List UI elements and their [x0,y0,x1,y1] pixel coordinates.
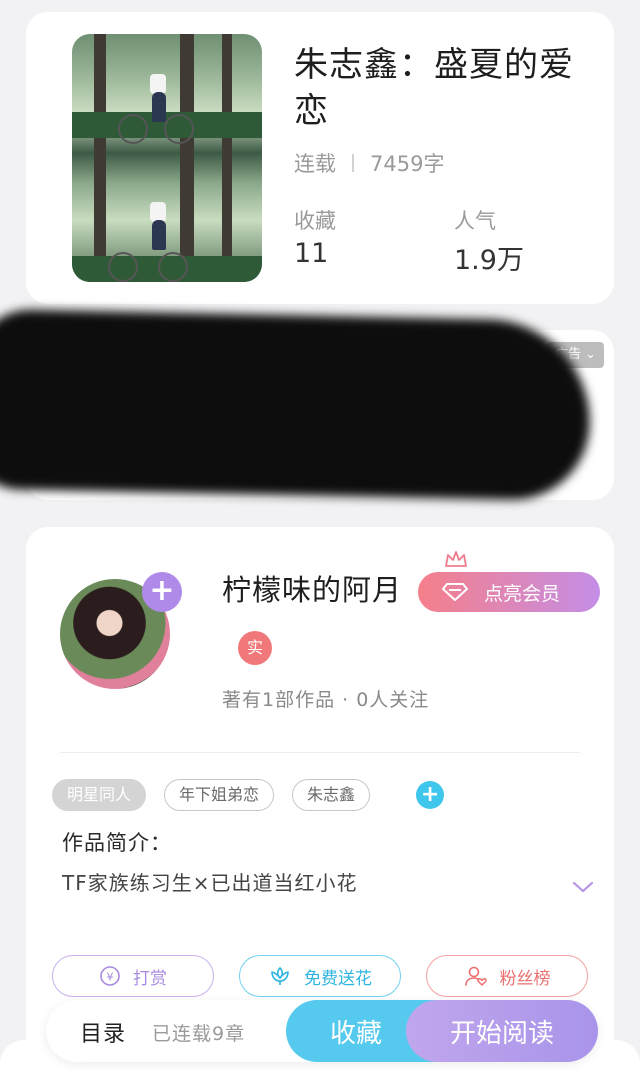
section-divider [60,752,580,753]
cover-rider [150,202,166,222]
send-flower-label: 免费送花 [304,968,372,989]
cover-rider [152,220,166,250]
popularity-value: 1.9万 [454,245,524,276]
cover-tree [222,34,232,282]
cover-rider [152,92,166,122]
book-info-card: 朱志鑫：盛夏的爱恋 连载 7459字 收藏 11 人气 1.9万 [26,12,614,304]
tag-list: 明星同人 年下姐弟恋 朱志鑫 + [52,779,445,811]
fans-ranking-button[interactable]: 粉丝榜 [426,955,588,997]
cover-rider [150,74,166,94]
author-card: + 柠檬味的阿月 点亮会员 实 著有1部作品 · 0人关注 明星同人 年下姐弟恋… [26,527,614,1079]
book-title: 朱志鑫：盛夏的爱恋 [294,45,574,131]
cover-tree [180,34,194,282]
author-name[interactable]: 柠檬味的阿月 [222,567,402,609]
svg-text:¥: ¥ [107,971,114,984]
book-word-count: 7459字 [370,152,445,176]
book-status-row: 连载 7459字 [294,148,444,178]
fans-ranking-label: 粉丝榜 [499,968,551,989]
vip-activate-button[interactable]: 点亮会员 [418,572,600,612]
cover-bike-wheel [158,252,188,282]
flower-icon [268,965,292,987]
vip-button-label: 点亮会员 [484,582,561,605]
reward-button[interactable]: ¥ 打赏 [52,955,214,997]
collect-count-label: 收藏 [294,209,336,233]
cover-bike-wheel [108,252,138,282]
follow-plus-icon[interactable]: + [142,572,182,612]
collect-button-label: 收藏 [329,1018,382,1049]
add-tag-button[interactable]: + [416,781,445,809]
intro-text: TF家族练习生×已出道当红小花 [62,871,358,895]
chapter-status[interactable]: 已连载9章 [152,1019,245,1046]
user-heart-icon [464,965,488,987]
status-divider [352,154,354,172]
tag-item[interactable]: 朱志鑫 [292,779,371,811]
crown-icon [444,549,468,574]
table-of-contents-button[interactable]: 目录 [80,1016,126,1048]
chevron-down-icon[interactable] [572,879,594,898]
tag-item[interactable]: 年下姐弟恋 [164,779,275,811]
send-flower-button[interactable]: 免费送花 [239,955,401,997]
popularity-label: 人气 [454,209,496,233]
cover-bike-wheel [118,114,148,144]
cover-bike-wheel [164,114,194,144]
diamond-icon [442,582,468,602]
book-status: 连载 [294,152,336,176]
start-reading-button[interactable]: 开始阅读 [406,1000,598,1062]
cover-tree [94,34,106,282]
reward-label: 打赏 [133,968,167,989]
collect-count-value: 11 [294,238,329,269]
verified-real-badge: 实 [238,631,272,665]
book-cover-image[interactable] [72,34,262,282]
author-stats: 著有1部作品 · 0人关注 [222,689,430,711]
start-reading-label: 开始阅读 [449,1018,554,1049]
redaction-scribble [0,308,592,502]
tag-item[interactable]: 明星同人 [52,779,147,811]
coin-icon: ¥ [99,965,121,987]
intro-label: 作品简介： [62,831,172,855]
